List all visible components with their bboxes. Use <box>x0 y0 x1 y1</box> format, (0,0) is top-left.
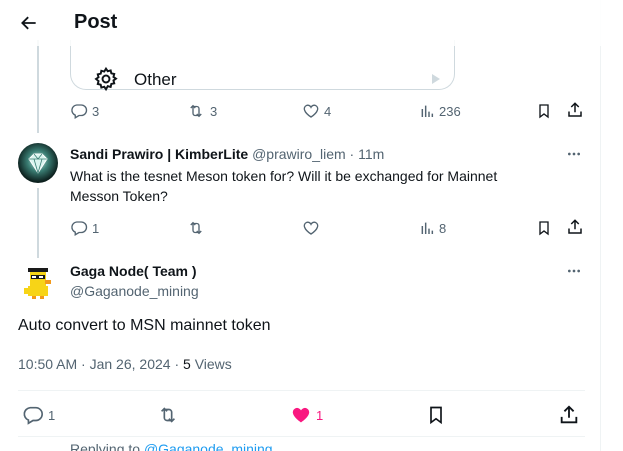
like-count: 4 <box>324 103 332 119</box>
thread-line <box>37 40 39 133</box>
analytics-icon <box>421 105 434 117</box>
reply-text-line: Messon Token? <box>70 188 168 204</box>
replying-prefix: Replying to <box>70 441 141 451</box>
repost-icon <box>190 221 202 235</box>
display-name[interactable]: Gaga Node( Team ) <box>70 263 197 279</box>
diamond-logo <box>28 153 48 175</box>
handle[interactable]: @Gaganode_mining <box>70 283 199 299</box>
repost-button[interactable] <box>157 402 179 428</box>
page-title: Post <box>74 11 118 33</box>
analytics-icon <box>421 222 434 234</box>
share-icon[interactable] <box>566 101 584 119</box>
prev-tweet-actions: 3 3 4 236 <box>70 100 585 122</box>
bookmark-icon[interactable] <box>426 404 446 426</box>
reply-tweet-actions: 1 8 <box>70 217 585 239</box>
reply-button[interactable]: 1 <box>22 402 55 428</box>
views-button[interactable]: 236 <box>419 100 461 122</box>
timestamp[interactable]: · 11m <box>350 146 385 162</box>
gear-icon <box>94 66 118 92</box>
heart-filled-icon <box>292 407 310 423</box>
repost-button[interactable]: 3 <box>186 100 217 122</box>
tweet-meta: 10:50 AM · Jan 26, 2024 · 5 Views <box>18 356 232 372</box>
main-tweet-text: Auto convert to MSN mainnet token <box>18 317 271 334</box>
views-label: Views <box>194 356 232 372</box>
back-arrow-icon <box>21 16 36 30</box>
top-header: Post <box>0 0 601 46</box>
repost-icon <box>190 104 202 118</box>
divider <box>18 390 585 391</box>
share-icon[interactable] <box>558 404 580 426</box>
divider <box>18 436 585 437</box>
heart-icon <box>303 104 319 118</box>
more-icon[interactable] <box>566 146 582 162</box>
thread-line <box>37 188 39 258</box>
back-button[interactable] <box>16 10 42 36</box>
reply-author: Sandi Prawiro | KimberLite @prawiro_liem… <box>70 146 384 162</box>
play-icon <box>432 74 440 84</box>
reply-icon <box>71 221 88 236</box>
heart-icon <box>303 221 319 235</box>
duck-logo <box>24 268 51 299</box>
reply-button[interactable]: 1 <box>70 217 99 239</box>
reply-count: 1 <box>92 220 100 236</box>
reply-count: 3 <box>92 103 100 119</box>
repost-icon <box>160 407 176 423</box>
views-count: 236 <box>439 103 461 119</box>
poll-option-label: Other <box>134 70 177 89</box>
avatar[interactable] <box>18 143 58 183</box>
like-button[interactable]: 4 <box>302 100 331 122</box>
reply-text: What is the tesnet Meson token for? Will… <box>70 166 560 206</box>
main-tweet-actions: 1 1 <box>18 402 585 428</box>
reply-icon <box>23 406 43 425</box>
reply-count: 1 <box>48 407 56 423</box>
reply-text-line: What is the tesnet Meson token for? Will… <box>70 168 498 184</box>
reply-button[interactable]: 3 <box>70 100 99 122</box>
repost-count: 3 <box>210 103 218 119</box>
reply-icon <box>71 104 88 119</box>
views-button[interactable]: 8 <box>419 217 446 239</box>
replying-to: Replying to @Gaganode_mining <box>70 441 273 451</box>
like-button[interactable]: 1 <box>290 402 323 428</box>
avatar[interactable] <box>18 262 58 302</box>
bookmark-icon[interactable] <box>536 102 552 120</box>
more-icon[interactable] <box>566 263 582 279</box>
main-author: Gaga Node( Team ) <box>70 263 197 279</box>
views-count: 8 <box>439 220 447 236</box>
repost-button[interactable] <box>186 217 206 239</box>
views-count: 5 <box>183 356 191 372</box>
replying-handle-link[interactable]: @Gaganode_mining <box>144 441 273 451</box>
poll-card[interactable]: Other <box>70 40 455 92</box>
like-count: 1 <box>316 407 324 423</box>
handle[interactable]: @prawiro_liem <box>252 146 346 162</box>
like-button[interactable] <box>302 217 320 239</box>
display-name[interactable]: Sandi Prawiro | KimberLite <box>70 146 248 162</box>
share-icon[interactable] <box>566 218 584 236</box>
timestamp[interactable]: 10:50 AM · Jan 26, 2024 · <box>18 356 179 372</box>
bookmark-icon[interactable] <box>536 219 552 237</box>
timeline-column: Other 3 3 4 236 Sandi Prawiro | KimberLi… <box>0 0 601 451</box>
